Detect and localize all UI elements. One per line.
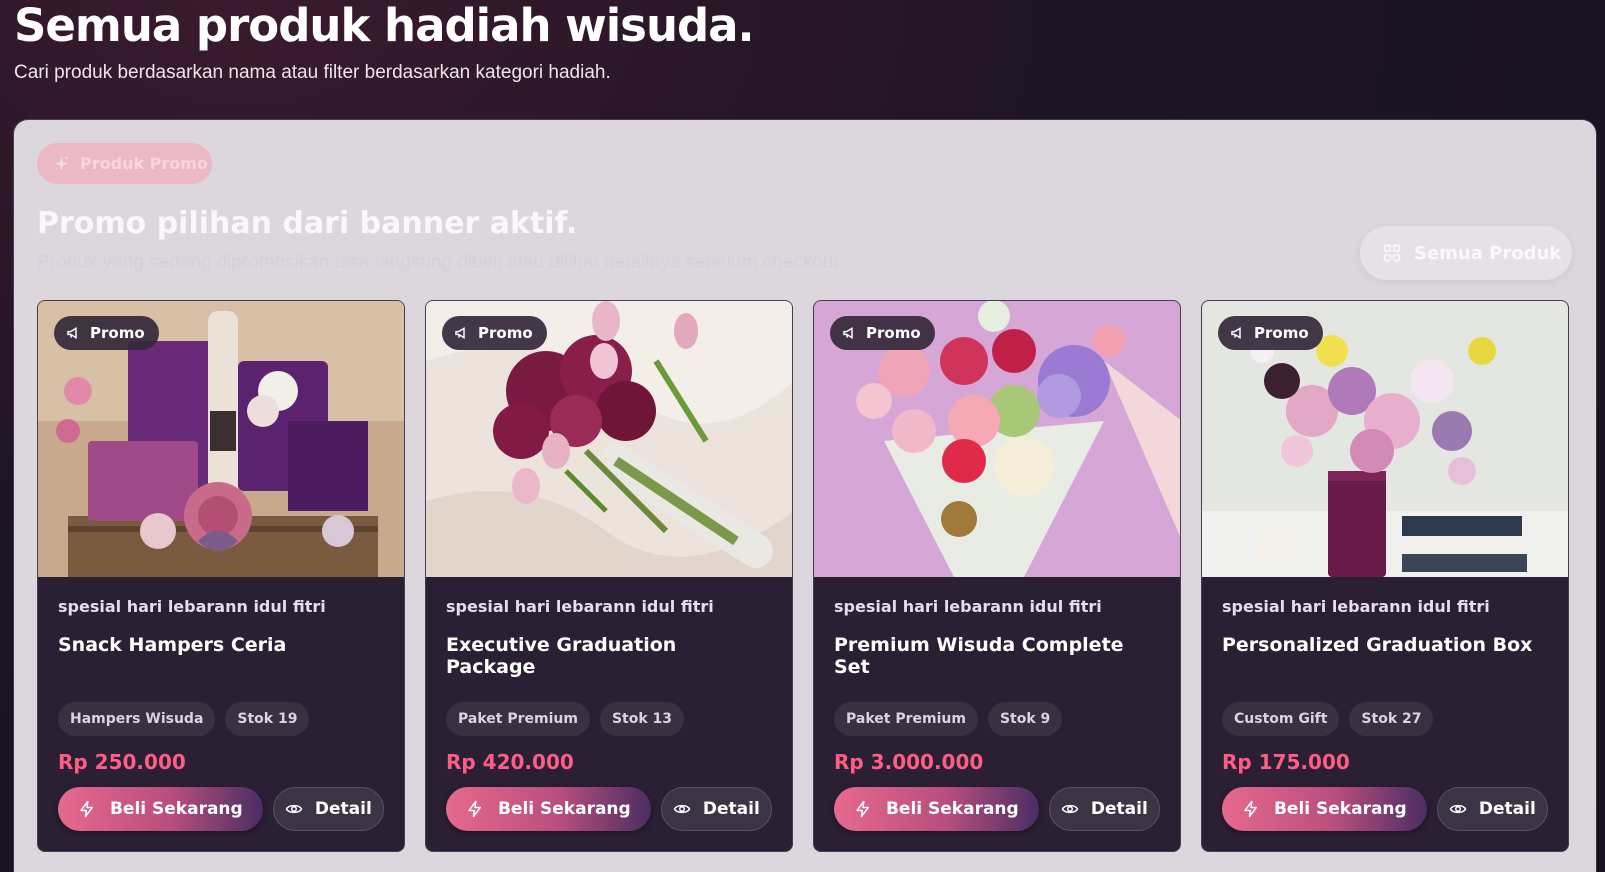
- product-card[interactable]: Promo spesial hari lebarann idul fitri P…: [813, 300, 1181, 852]
- promo-chip-label: Promo: [1254, 324, 1309, 342]
- all-products-label: Semua Produk: [1414, 242, 1562, 264]
- buy-now-button[interactable]: Beli Sekarang: [58, 787, 263, 831]
- product-price: Rp 3.000.000: [834, 750, 984, 774]
- promo-section-subtitle: Produk yang sedang dipromosikan bisa lan…: [37, 252, 844, 273]
- page-subtitle: Cari produk berdasarkan nama atau filter…: [14, 62, 611, 83]
- detail-button[interactable]: Detail: [660, 787, 772, 831]
- page-title: Semua produk hadiah wisuda.: [14, 0, 755, 52]
- buy-now-label: Beli Sekarang: [109, 799, 243, 819]
- product-category: spesial hari lebarann idul fitri: [446, 597, 714, 616]
- product-tag: Paket Premium: [446, 702, 590, 736]
- eye-icon: [1061, 800, 1079, 818]
- product-card-list: Promo spesial hari lebarann idul fitri S…: [37, 300, 1569, 852]
- product-tag: Custom Gift: [1222, 702, 1340, 736]
- megaphone-icon: [66, 325, 82, 341]
- promo-chip: Promo: [830, 316, 935, 350]
- buy-now-button[interactable]: Beli Sekarang: [1222, 787, 1427, 831]
- detail-button[interactable]: Detail: [1048, 787, 1160, 831]
- megaphone-icon: [454, 325, 470, 341]
- product-price: Rp 250.000: [58, 750, 186, 774]
- grid-icon: [1382, 243, 1402, 263]
- product-price: Rp 420.000: [446, 750, 574, 774]
- detail-label: Detail: [314, 799, 372, 819]
- product-category: spesial hari lebarann idul fitri: [58, 597, 326, 616]
- hero: Semua produk hadiah wisuda. Cari produk …: [14, 0, 755, 84]
- product-image: Promo: [38, 301, 404, 577]
- lightning-icon: [854, 800, 872, 818]
- product-name: Executive Graduation Package: [446, 634, 677, 678]
- detail-label: Detail: [1478, 799, 1536, 819]
- sparkle-icon: [53, 155, 70, 172]
- buy-now-button[interactable]: Beli Sekarang: [446, 787, 651, 831]
- product-category: spesial hari lebarann idul fitri: [1222, 597, 1490, 616]
- product-stock: Stok 9: [987, 702, 1063, 736]
- megaphone-icon: [842, 325, 858, 341]
- promo-chip-label: Promo: [866, 324, 921, 342]
- product-price: Rp 175.000: [1222, 750, 1350, 774]
- promo-section-badge: Produk Promo: [37, 143, 212, 184]
- product-card[interactable]: Promo spesial hari lebarann idul fitri P…: [1201, 300, 1569, 852]
- eye-icon: [673, 800, 691, 818]
- product-name: Snack Hampers Ceria: [58, 634, 287, 656]
- product-category: spesial hari lebarann idul fitri: [834, 597, 1102, 616]
- detail-label: Detail: [1090, 799, 1148, 819]
- product-tag: Paket Premium: [834, 702, 978, 736]
- buy-now-label: Beli Sekarang: [1273, 799, 1407, 819]
- product-image: Promo: [814, 301, 1180, 577]
- lightning-icon: [1242, 800, 1260, 818]
- product-image: Promo: [426, 301, 792, 577]
- promo-panel: Produk Promo Promo pilihan dari banner a…: [14, 120, 1596, 872]
- product-name: Personalized Graduation Box: [1222, 634, 1533, 656]
- buy-now-label: Beli Sekarang: [497, 799, 631, 819]
- product-card[interactable]: Promo spesial hari lebarann idul fitri E…: [425, 300, 793, 852]
- promo-section-badge-label: Produk Promo: [80, 154, 208, 173]
- megaphone-icon: [1230, 325, 1246, 341]
- promo-chip: Promo: [442, 316, 547, 350]
- buy-now-label: Beli Sekarang: [885, 799, 1019, 819]
- all-products-button[interactable]: Semua Produk: [1360, 226, 1572, 280]
- product-image: Promo: [1202, 301, 1568, 577]
- promo-chip-label: Promo: [90, 324, 145, 342]
- product-stock: Stok 13: [599, 702, 684, 736]
- eye-icon: [1449, 800, 1467, 818]
- product-name: Premium Wisuda Complete Set: [834, 634, 1124, 678]
- promo-chip-label: Promo: [478, 324, 533, 342]
- lightning-icon: [78, 800, 96, 818]
- lightning-icon: [466, 800, 484, 818]
- eye-icon: [285, 800, 303, 818]
- detail-label: Detail: [702, 799, 760, 819]
- product-stock: Stok 27: [1349, 702, 1434, 736]
- product-card[interactable]: Promo spesial hari lebarann idul fitri S…: [37, 300, 405, 852]
- product-tag: Hampers Wisuda: [58, 702, 216, 736]
- buy-now-button[interactable]: Beli Sekarang: [834, 787, 1039, 831]
- promo-section-title: Promo pilihan dari banner aktif.: [37, 206, 578, 241]
- promo-chip: Promo: [1218, 316, 1323, 350]
- detail-button[interactable]: Detail: [1436, 787, 1548, 831]
- detail-button[interactable]: Detail: [272, 787, 384, 831]
- product-stock: Stok 19: [225, 702, 310, 736]
- promo-chip: Promo: [54, 316, 159, 350]
